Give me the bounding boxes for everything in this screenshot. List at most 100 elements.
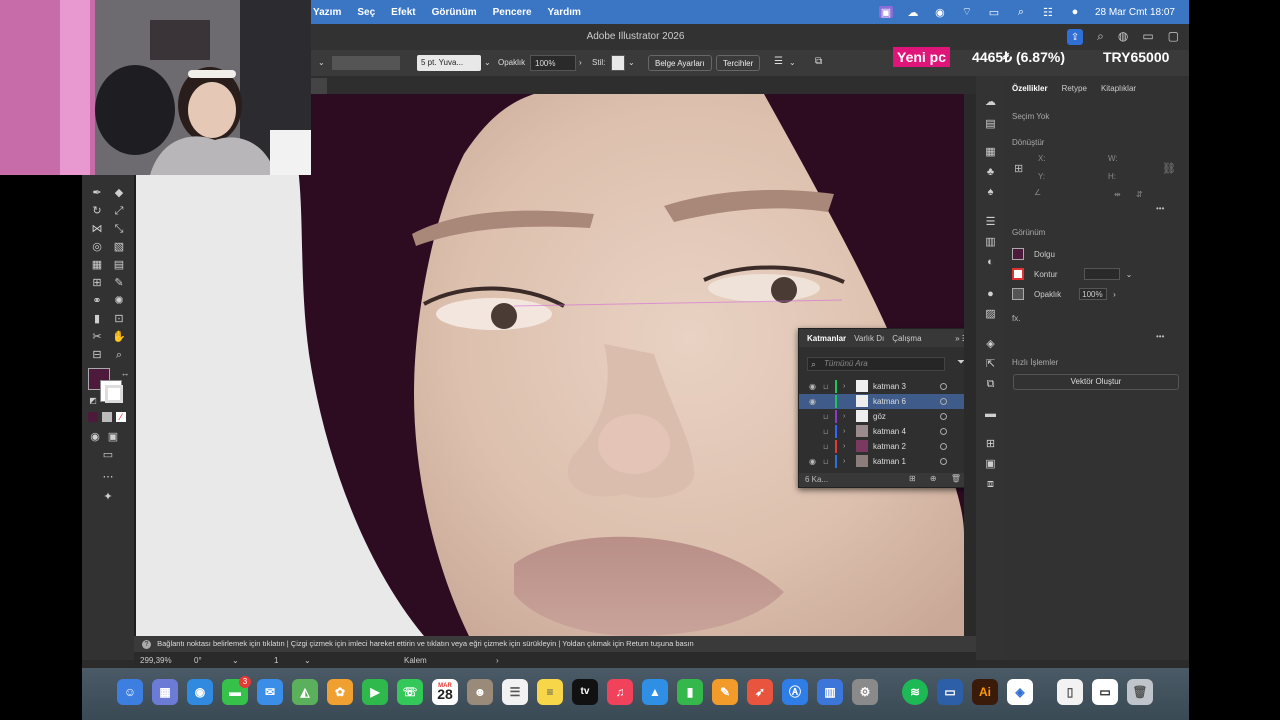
angle-icon[interactable]: ∠	[1034, 188, 1041, 197]
stroke-color-swatch[interactable]	[100, 380, 123, 403]
chevron-right-icon[interactable]: ›	[843, 383, 845, 390]
preview-icon[interactable]: ▭	[937, 679, 963, 705]
menu-help[interactable]: Yardım	[548, 7, 581, 18]
layers-icon[interactable]: ◈	[984, 338, 997, 351]
finder-icon[interactable]: ☺	[117, 679, 143, 705]
target-icon[interactable]	[940, 428, 947, 435]
mail-icon[interactable]: ✉	[257, 679, 283, 705]
screenshot-icon[interactable]: ▭	[1092, 679, 1118, 705]
appearance-icon[interactable]: ●	[984, 288, 997, 301]
blend-icon[interactable]: ⚭	[90, 294, 104, 308]
filter-icon[interactable]: ⏷	[957, 357, 964, 368]
gradient-icon[interactable]: ▥	[984, 236, 997, 249]
layer-name[interactable]: katman 4	[873, 427, 906, 436]
menu-window[interactable]: Pencere	[493, 7, 532, 18]
color-mode-icon[interactable]	[88, 412, 98, 422]
paintbrush-icon[interactable]: ◆	[112, 186, 126, 200]
chevron-right-icon[interactable]: ›	[843, 428, 845, 435]
lock-icon[interactable]: ⊔	[823, 383, 831, 391]
screen-record-icon[interactable]: ▣	[878, 6, 893, 19]
stroke-icon[interactable]: ☰	[984, 216, 997, 229]
spotify-icon[interactable]: ≋	[902, 679, 928, 705]
pages-icon[interactable]: ✎	[712, 679, 738, 705]
target-icon[interactable]	[940, 413, 947, 420]
print-tiling-icon[interactable]: ⊟	[90, 348, 104, 362]
mesh-icon[interactable]: ⊞	[90, 276, 104, 290]
chevron-right-icon[interactable]: ›	[496, 656, 499, 665]
zoom-icon[interactable]: ⌕	[112, 348, 126, 362]
rotate-icon[interactable]: ↻	[90, 204, 104, 218]
symbol-sprayer-icon[interactable]: ✺	[112, 294, 126, 308]
pathfinder-icon[interactable]: ▣	[984, 458, 997, 471]
gradient-mode-icon[interactable]	[102, 412, 112, 422]
control-center-icon[interactable]: ☷	[1041, 6, 1055, 19]
brush-definition[interactable]: 5 pt. Yuva...	[417, 55, 481, 71]
layer-row[interactable]: ◉ ⊔ › katman 1	[799, 454, 964, 469]
vpn-icon[interactable]: ◈	[1007, 679, 1033, 705]
style-swatch[interactable]	[611, 55, 625, 71]
chevron-right-icon[interactable]: ›	[843, 458, 845, 465]
chevron-down-icon[interactable]: ⌄	[1126, 270, 1133, 279]
stroke-row[interactable]: Kontur ⌄	[1012, 268, 1132, 280]
phone-icon[interactable]: ☏	[397, 679, 423, 705]
eyedropper-icon[interactable]: ✎	[112, 276, 126, 290]
stroke-swatch[interactable]	[1012, 268, 1024, 280]
reference-point-icon[interactable]: ⊞	[1014, 162, 1023, 175]
maps-icon[interactable]: ◭	[292, 679, 318, 705]
contacts-icon[interactable]: ☻	[467, 679, 493, 705]
menu-effect[interactable]: Efekt	[391, 7, 415, 18]
arrange-icon[interactable]: ▭	[1142, 29, 1153, 45]
lock-icon[interactable]: ⊔	[823, 413, 831, 421]
hand-icon[interactable]: ✋	[112, 330, 126, 344]
target-icon[interactable]	[940, 398, 947, 405]
target-icon[interactable]	[940, 458, 947, 465]
lock-icon[interactable]: ⊔	[823, 428, 831, 436]
search-icon[interactable]: ⌕	[1014, 6, 1028, 18]
chevron-down-icon[interactable]: ⌄	[484, 58, 491, 67]
chevron-down-icon[interactable]: ⌄	[318, 58, 325, 67]
draw-mode-icon[interactable]: ◉	[88, 430, 102, 444]
menu-clock[interactable]: 28 Mar Cmt 18:07	[1095, 7, 1175, 18]
live-paint-icon[interactable]: ▧	[112, 240, 126, 254]
tab-assets[interactable]: Varlık Dı	[854, 334, 884, 343]
zoom-level[interactable]: 299,39%	[140, 656, 172, 665]
share-icon[interactable]: ⇪	[1067, 29, 1084, 45]
rocket-icon[interactable]: ➶	[747, 679, 773, 705]
align-icon[interactable]: ☰	[774, 56, 783, 67]
flip-horizontal-icon[interactable]: ⇹	[1114, 190, 1121, 199]
layer-row[interactable]: ◉ ⊔ › katman 3	[799, 379, 964, 394]
shape-builder-icon[interactable]: ◎	[90, 240, 104, 254]
learn-icon[interactable]: ◍	[1118, 29, 1128, 45]
eye-icon[interactable]: ◉	[809, 397, 819, 406]
notes-icon[interactable]: ≡	[537, 679, 563, 705]
graph-icon[interactable]: ▮	[90, 312, 104, 326]
opacity-field[interactable]: 100%	[1079, 288, 1108, 300]
chevron-down-icon[interactable]: ⌄	[232, 656, 239, 665]
fill-swatch[interactable]	[1012, 248, 1024, 260]
vectorize-button[interactable]: Vektör Oluştur	[1013, 374, 1179, 390]
more-tools-icon[interactable]: ⋯	[101, 470, 115, 484]
keynote-icon[interactable]: ▲	[642, 679, 668, 705]
link-icon[interactable]: ⛓	[1162, 162, 1176, 175]
music-icon[interactable]: ♫	[607, 679, 633, 705]
draw-inside-icon[interactable]: ▣	[106, 430, 120, 444]
layer-actions-icons[interactable]: ⊞ ⊕ 🗑	[909, 474, 964, 483]
free-transform-icon[interactable]: ⤡	[112, 222, 126, 236]
scale-icon[interactable]: ⤢	[112, 204, 126, 218]
target-icon[interactable]	[940, 443, 947, 450]
layer-name[interactable]: katman 2	[873, 442, 906, 451]
artboards-icon[interactable]: ▦	[984, 146, 997, 159]
app-store-icon[interactable]: Ⓐ	[782, 679, 808, 705]
fx-button[interactable]: fx.	[1012, 314, 1020, 323]
creative-cloud-icon[interactable]: ☁	[906, 6, 920, 19]
play-icon[interactable]: ◉	[933, 6, 947, 19]
calendar-icon[interactable]: MAR 28	[432, 679, 458, 705]
chevron-right-icon[interactable]: ›	[843, 443, 845, 450]
layer-name[interactable]: katman 1	[873, 457, 906, 466]
workspace-icon[interactable]: ▢	[1168, 29, 1179, 45]
menu-view[interactable]: Görünüm	[432, 7, 477, 18]
reminders-icon[interactable]: ☰	[502, 679, 528, 705]
menu-type[interactable]: Yazım	[313, 7, 341, 18]
isolate-icon[interactable]: ⧉	[815, 56, 822, 67]
stroke-weight-field[interactable]	[332, 56, 400, 70]
